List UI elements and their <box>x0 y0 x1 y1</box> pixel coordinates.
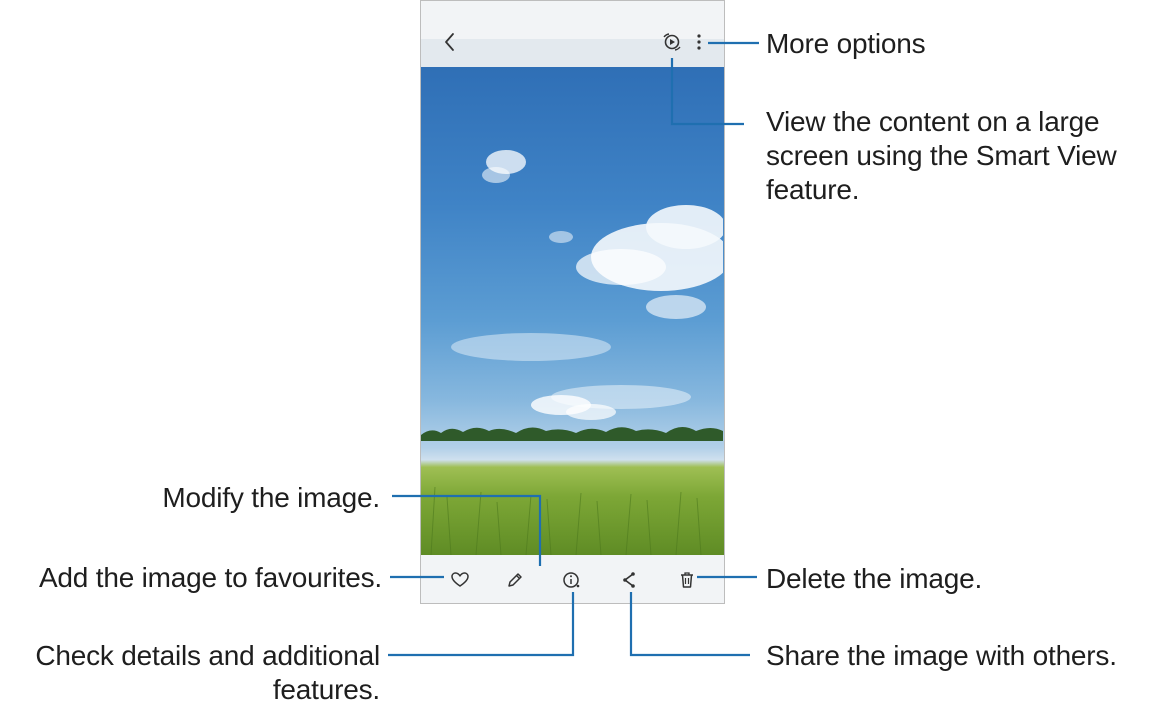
callout-modify: Modify the image. <box>162 482 380 513</box>
callout-more-options: More options <box>766 28 926 59</box>
callout-share: Share the image with others. <box>766 640 1117 671</box>
callout-details-line2: features. <box>272 674 380 705</box>
callout-smart-view-line1: View the content on a large <box>766 106 1100 137</box>
leader-share <box>629 592 750 657</box>
callout-smart-view-line3: feature. <box>766 174 860 205</box>
leader-details <box>388 592 575 657</box>
callout-smart-view: View the content on a large screen using… <box>766 105 1117 207</box>
leader-modify <box>392 494 542 566</box>
callout-details-line1: Check details and additional <box>35 640 380 671</box>
callout-favourites: Add the image to favourites. <box>38 562 382 593</box>
leader-smart-view <box>670 58 744 126</box>
callout-details: Check details and additional features. <box>35 639 380 707</box>
callout-smart-view-line2: screen using the Smart View <box>766 140 1117 171</box>
callout-delete: Delete the image. <box>766 563 983 594</box>
